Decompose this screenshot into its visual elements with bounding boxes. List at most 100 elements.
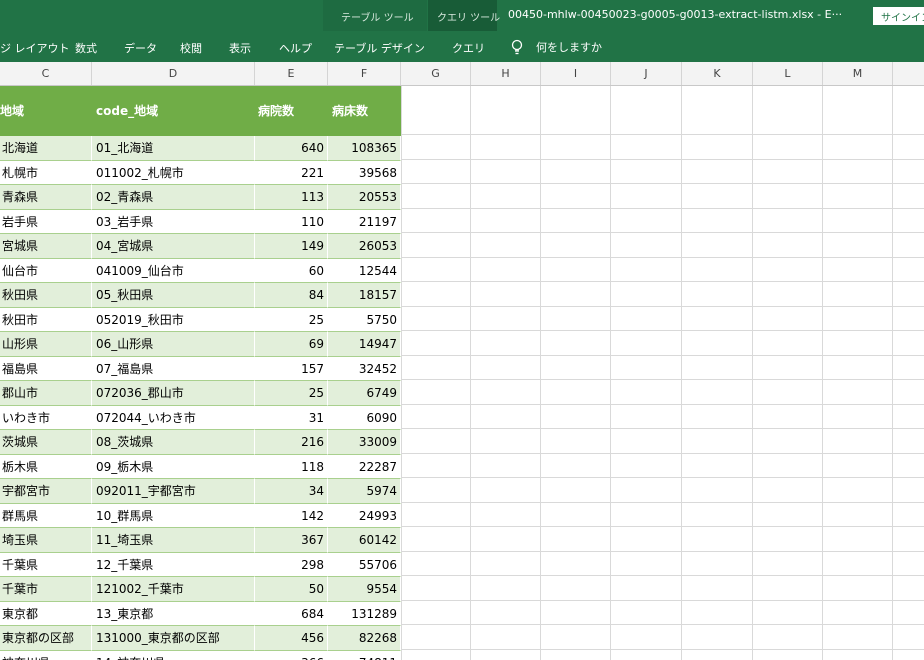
table-cell[interactable]: 131289	[328, 601, 401, 626]
table-cell[interactable]: 04_宮城県	[92, 234, 255, 259]
column-header[interactable]: C	[0, 62, 92, 85]
column-header[interactable]: K	[682, 62, 753, 85]
table-cell[interactable]: 118	[255, 454, 328, 479]
table-cell[interactable]: 秋田県	[0, 283, 92, 308]
table-cell[interactable]: 142	[255, 503, 328, 528]
table-cell[interactable]: 072044_いわき市	[92, 405, 255, 430]
table-cell[interactable]: 39568	[328, 160, 401, 185]
table-cell[interactable]: 684	[255, 601, 328, 626]
table-cell[interactable]: 21197	[328, 209, 401, 234]
table-cell[interactable]: 69	[255, 332, 328, 357]
table-cell[interactable]: 14947	[328, 332, 401, 357]
table-cell[interactable]: 34	[255, 479, 328, 504]
table-cell[interactable]: 13_東京都	[92, 601, 255, 626]
table-cell[interactable]: 113	[255, 185, 328, 210]
table-cell[interactable]: 22287	[328, 454, 401, 479]
table-cell[interactable]: 茨城県	[0, 430, 92, 455]
table-cell[interactable]: 108365	[328, 136, 401, 161]
table-cell[interactable]: 千葉市	[0, 577, 92, 602]
tab-review[interactable]: 校閲	[180, 40, 202, 56]
table-cell[interactable]: 栃木県	[0, 454, 92, 479]
table-cell[interactable]: 宮城県	[0, 234, 92, 259]
column-header[interactable]: E	[255, 62, 328, 85]
table-cell[interactable]: 84	[255, 283, 328, 308]
table-cell[interactable]: 052019_秋田市	[92, 307, 255, 332]
table-cell[interactable]: 6090	[328, 405, 401, 430]
table-cell[interactable]: 宇都宮市	[0, 479, 92, 504]
table-header-cell[interactable]: 病院数	[258, 86, 328, 136]
table-cell[interactable]: 298	[255, 552, 328, 577]
table-cell[interactable]: 青森県	[0, 185, 92, 210]
table-cell[interactable]: 09_栃木県	[92, 454, 255, 479]
signin-button[interactable]: サインイン	[873, 7, 924, 25]
table-cell[interactable]: 6749	[328, 381, 401, 406]
table-cell[interactable]: 秋田市	[0, 307, 92, 332]
table-cell[interactable]: 14_神奈川県	[92, 650, 255, 660]
table-cell[interactable]: 10_群馬県	[92, 503, 255, 528]
tab-table-design[interactable]: テーブル デザイン	[334, 40, 425, 56]
table-cell[interactable]: いわき市	[0, 405, 92, 430]
table-cell[interactable]: 24993	[328, 503, 401, 528]
table-cell[interactable]: 仙台市	[0, 258, 92, 283]
column-header[interactable]: M	[823, 62, 893, 85]
table-cell[interactable]: 640	[255, 136, 328, 161]
table-cell[interactable]: 82268	[328, 626, 401, 651]
table-cell[interactable]: 北海道	[0, 136, 92, 161]
tab-formulas[interactable]: 数式	[75, 40, 97, 56]
table-cell[interactable]: 367	[255, 528, 328, 553]
table-cell[interactable]: 05_秋田県	[92, 283, 255, 308]
tab-page-layout[interactable]: ジ レイアウト	[0, 40, 70, 56]
table-cell[interactable]: 東京都	[0, 601, 92, 626]
table-cell[interactable]: 131000_東京都の区部	[92, 626, 255, 651]
table-cell[interactable]: 11_埼玉県	[92, 528, 255, 553]
table-cell[interactable]: 60	[255, 258, 328, 283]
table-cell[interactable]: 12544	[328, 258, 401, 283]
table-cell[interactable]: 岩手県	[0, 209, 92, 234]
table-cell[interactable]: 121002_千葉市	[92, 577, 255, 602]
table-cell[interactable]: 東京都の区部	[0, 626, 92, 651]
table-cell[interactable]: 50	[255, 577, 328, 602]
table-cell[interactable]: 5974	[328, 479, 401, 504]
tab-query[interactable]: クエリ	[452, 40, 485, 56]
tab-data[interactable]: データ	[124, 40, 157, 56]
table-cell[interactable]: 011002_札幌市	[92, 160, 255, 185]
table-cell[interactable]: 山形県	[0, 332, 92, 357]
column-header[interactable]: G	[401, 62, 471, 85]
table-cell[interactable]: 埼玉県	[0, 528, 92, 553]
table-header-cell[interactable]: 病床数	[332, 86, 401, 136]
table-cell[interactable]: 20553	[328, 185, 401, 210]
table-cell[interactable]: 郡山市	[0, 381, 92, 406]
table-cell[interactable]: 32452	[328, 356, 401, 381]
table-cell[interactable]: 55706	[328, 552, 401, 577]
table-cell[interactable]: 08_茨城県	[92, 430, 255, 455]
column-header[interactable]: F	[328, 62, 401, 85]
tell-me-box[interactable]: 何をしますか	[510, 37, 602, 57]
table-cell[interactable]: 149	[255, 234, 328, 259]
table-cell[interactable]: 5750	[328, 307, 401, 332]
column-header[interactable]: I	[541, 62, 611, 85]
table-cell[interactable]: 札幌市	[0, 160, 92, 185]
table-cell[interactable]: 07_福島県	[92, 356, 255, 381]
column-header[interactable]: H	[471, 62, 541, 85]
table-header-cell[interactable]: code_地域	[96, 86, 255, 136]
tab-view[interactable]: 表示	[229, 40, 251, 56]
table-cell[interactable]: 01_北海道	[92, 136, 255, 161]
table-cell[interactable]: 041009_仙台市	[92, 258, 255, 283]
table-cell[interactable]: 072036_郡山市	[92, 381, 255, 406]
table-cell[interactable]: 06_山形県	[92, 332, 255, 357]
table-header-cell[interactable]: 地域	[0, 86, 92, 136]
table-cell[interactable]: 60142	[328, 528, 401, 553]
table-cell[interactable]: 12_千葉県	[92, 552, 255, 577]
table-cell[interactable]: 25	[255, 381, 328, 406]
table-cell[interactable]: 33009	[328, 430, 401, 455]
table-cell[interactable]: 18157	[328, 283, 401, 308]
table-cell[interactable]: 157	[255, 356, 328, 381]
table-cell[interactable]: 456	[255, 626, 328, 651]
table-cell[interactable]: 03_岩手県	[92, 209, 255, 234]
table-cell[interactable]: 221	[255, 160, 328, 185]
table-cell[interactable]: 神奈川県	[0, 650, 92, 660]
table-cell[interactable]: 092011_宇都宮市	[92, 479, 255, 504]
table-cell[interactable]: 26053	[328, 234, 401, 259]
table-cell[interactable]: 74811	[328, 650, 401, 660]
column-header[interactable]: D	[92, 62, 255, 85]
